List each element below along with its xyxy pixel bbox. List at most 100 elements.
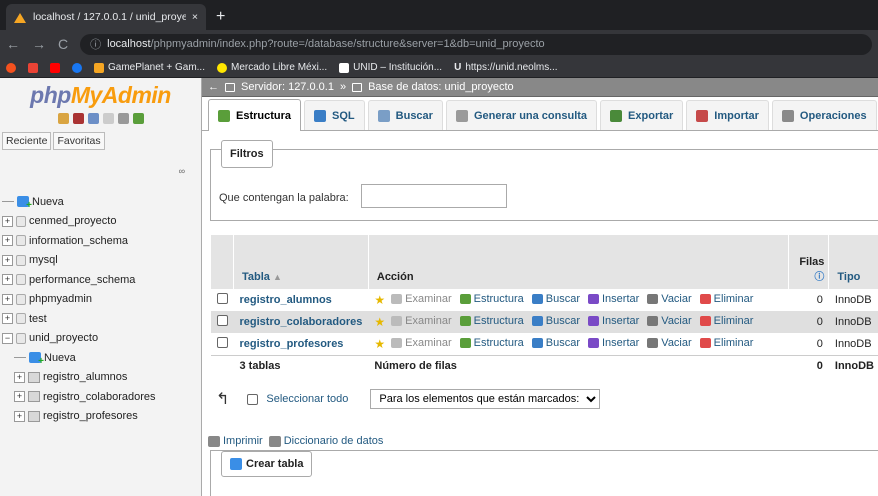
tree-item-label[interactable]: cenmed_proyecto (29, 215, 116, 227)
tree-item-label[interactable]: mysql (29, 254, 58, 266)
action-structure[interactable]: Estructura (459, 337, 524, 349)
tab-structure[interactable]: Estructura (208, 99, 302, 131)
expand-icon[interactable]: + (14, 391, 25, 403)
action-search[interactable]: Buscar (531, 315, 580, 327)
expand-icon[interactable]: + (2, 215, 13, 227)
tab-export[interactable]: Exportar (600, 100, 684, 130)
tree-item[interactable]: Nueva (2, 348, 201, 368)
maps-pin-icon[interactable] (6, 62, 16, 73)
tree-item[interactable]: + cenmed_proyecto (2, 212, 201, 232)
tree-item[interactable]: + performance_schema (2, 270, 201, 290)
table-name-cell[interactable]: registro_alumnos (233, 289, 369, 311)
action-structure[interactable]: Estructura (459, 315, 524, 327)
tree-item-label[interactable]: phpmyadmin (29, 293, 92, 305)
recent-button[interactable]: Reciente (2, 132, 52, 150)
action-empty[interactable]: Vaciar (647, 293, 692, 305)
select-all-checkbox[interactable] (247, 393, 259, 405)
expand-icon[interactable]: + (14, 371, 25, 383)
action-browse[interactable]: Examinar (391, 337, 452, 349)
with-selected-dropdown[interactable]: Para los elementos que están marcados: (370, 389, 601, 409)
breadcrumb-db[interactable]: Base de datos: unid_proyecto (368, 81, 514, 93)
docs-icon[interactable] (102, 113, 114, 124)
tree-item-label[interactable]: registro_alumnos (43, 371, 127, 383)
row-checkbox[interactable] (216, 315, 228, 326)
forward-icon[interactable]: → (32, 36, 46, 52)
tree-item-label[interactable]: test (29, 313, 47, 325)
table-name[interactable]: registro_alumnos (240, 294, 332, 306)
tree-item[interactable]: + registro_alumnos (2, 368, 201, 388)
tree-item-label[interactable]: registro_profesores (43, 410, 138, 422)
tree-item-label[interactable]: information_schema (29, 235, 128, 247)
tree-item-label[interactable]: Nueva (44, 352, 76, 364)
favorite-star-icon[interactable]: ★ (374, 293, 385, 307)
expand-icon[interactable]: + (2, 313, 13, 325)
link-with-main-icon[interactable]: ∞ (179, 166, 185, 176)
reload-nav-icon[interactable] (132, 113, 144, 124)
tab-operations[interactable]: Operaciones (771, 100, 877, 130)
expand-icon[interactable]: + (2, 254, 13, 266)
tree-item[interactable]: + mysql (2, 251, 201, 271)
tree-item[interactable]: + registro_profesores (2, 407, 201, 427)
tab-sql[interactable]: SQL (304, 100, 365, 130)
bookmark-neolms[interactable]: Uhttps://unid.neolms... (454, 62, 558, 73)
action-browse[interactable]: Examinar (391, 315, 452, 327)
expand-icon[interactable]: + (2, 274, 13, 286)
tab-close-icon[interactable]: × (192, 11, 198, 23)
phpmyadmin-logo[interactable]: phpMyAdmin (0, 78, 201, 109)
row-checkbox[interactable] (216, 293, 228, 304)
print-link[interactable]: Imprimir (208, 435, 263, 447)
action-search[interactable]: Buscar (531, 337, 580, 349)
tree-item-label[interactable]: Nueva (32, 196, 64, 208)
tree-item[interactable]: + information_schema (2, 231, 201, 251)
collapse-arrow-icon[interactable]: ← (208, 81, 219, 93)
tab-import[interactable]: Importar (686, 100, 769, 130)
logout-icon[interactable] (72, 113, 84, 124)
action-insert[interactable]: Insertar (588, 337, 639, 349)
tree-item[interactable]: + test (2, 309, 201, 329)
action-structure[interactable]: Estructura (459, 293, 524, 305)
filter-input[interactable] (361, 184, 507, 208)
table-name[interactable]: registro_colaboradores (240, 316, 363, 328)
action-browse[interactable]: Examinar (391, 293, 452, 305)
action-drop[interactable]: Eliminar (699, 293, 753, 305)
tree-item-label[interactable]: performance_schema (29, 274, 135, 286)
gmail-icon[interactable] (28, 62, 38, 73)
action-empty[interactable]: Vaciar (647, 337, 692, 349)
header-table[interactable]: Tabla ▲ (233, 235, 369, 289)
table-name-cell[interactable]: registro_profesores (233, 333, 369, 355)
url-field[interactable]: ⓘ localhost/phpmyadmin/index.php?route=/… (80, 33, 872, 55)
row-checkbox[interactable] (216, 336, 228, 348)
tree-item-label[interactable]: registro_colaboradores (43, 391, 156, 403)
new-tab-button[interactable]: + (206, 8, 235, 30)
help-icon[interactable] (87, 113, 99, 124)
table-name-cell[interactable]: registro_colaboradores (233, 311, 369, 333)
dictionary-link[interactable]: Diccionario de datos (268, 435, 383, 447)
action-empty[interactable]: Vaciar (647, 315, 692, 327)
settings-icon[interactable] (117, 113, 129, 124)
expand-icon[interactable]: + (2, 293, 13, 305)
favorite-star-icon[interactable]: ★ (374, 337, 385, 351)
tree-item[interactable]: − unid_proyecto (2, 329, 201, 349)
reload-icon[interactable]: C (58, 36, 68, 52)
action-drop[interactable]: Eliminar (699, 315, 753, 327)
rows-help-icon[interactable]: ⓘ (797, 268, 824, 283)
header-type[interactable]: Tipo (828, 235, 878, 289)
home-icon[interactable] (57, 113, 69, 124)
header-rows[interactable]: Filas ⓘ (788, 235, 829, 289)
tree-item[interactable]: + phpmyadmin (2, 290, 201, 310)
bookmark-unid[interactable]: UNID – Institución... (339, 62, 442, 73)
youtube-icon[interactable] (50, 62, 60, 73)
favorites-button[interactable]: Favoritas (53, 132, 105, 150)
collapse-icon[interactable]: − (2, 332, 13, 344)
action-insert[interactable]: Insertar (588, 293, 639, 305)
tree-item[interactable]: + registro_colaboradores (2, 387, 201, 407)
tree-item[interactable]: Nueva (2, 192, 201, 212)
expand-icon[interactable]: + (14, 410, 25, 422)
info-icon[interactable]: ⓘ (90, 36, 101, 52)
back-icon[interactable]: ← (6, 36, 20, 52)
action-search[interactable]: Buscar (531, 293, 580, 305)
browser-tab[interactable]: localhost / 127.0.0.1 / unid_proye × (6, 4, 206, 30)
action-insert[interactable]: Insertar (588, 315, 639, 327)
facebook-icon[interactable] (72, 62, 82, 73)
create-table-legend[interactable]: Crear tabla (221, 451, 313, 477)
